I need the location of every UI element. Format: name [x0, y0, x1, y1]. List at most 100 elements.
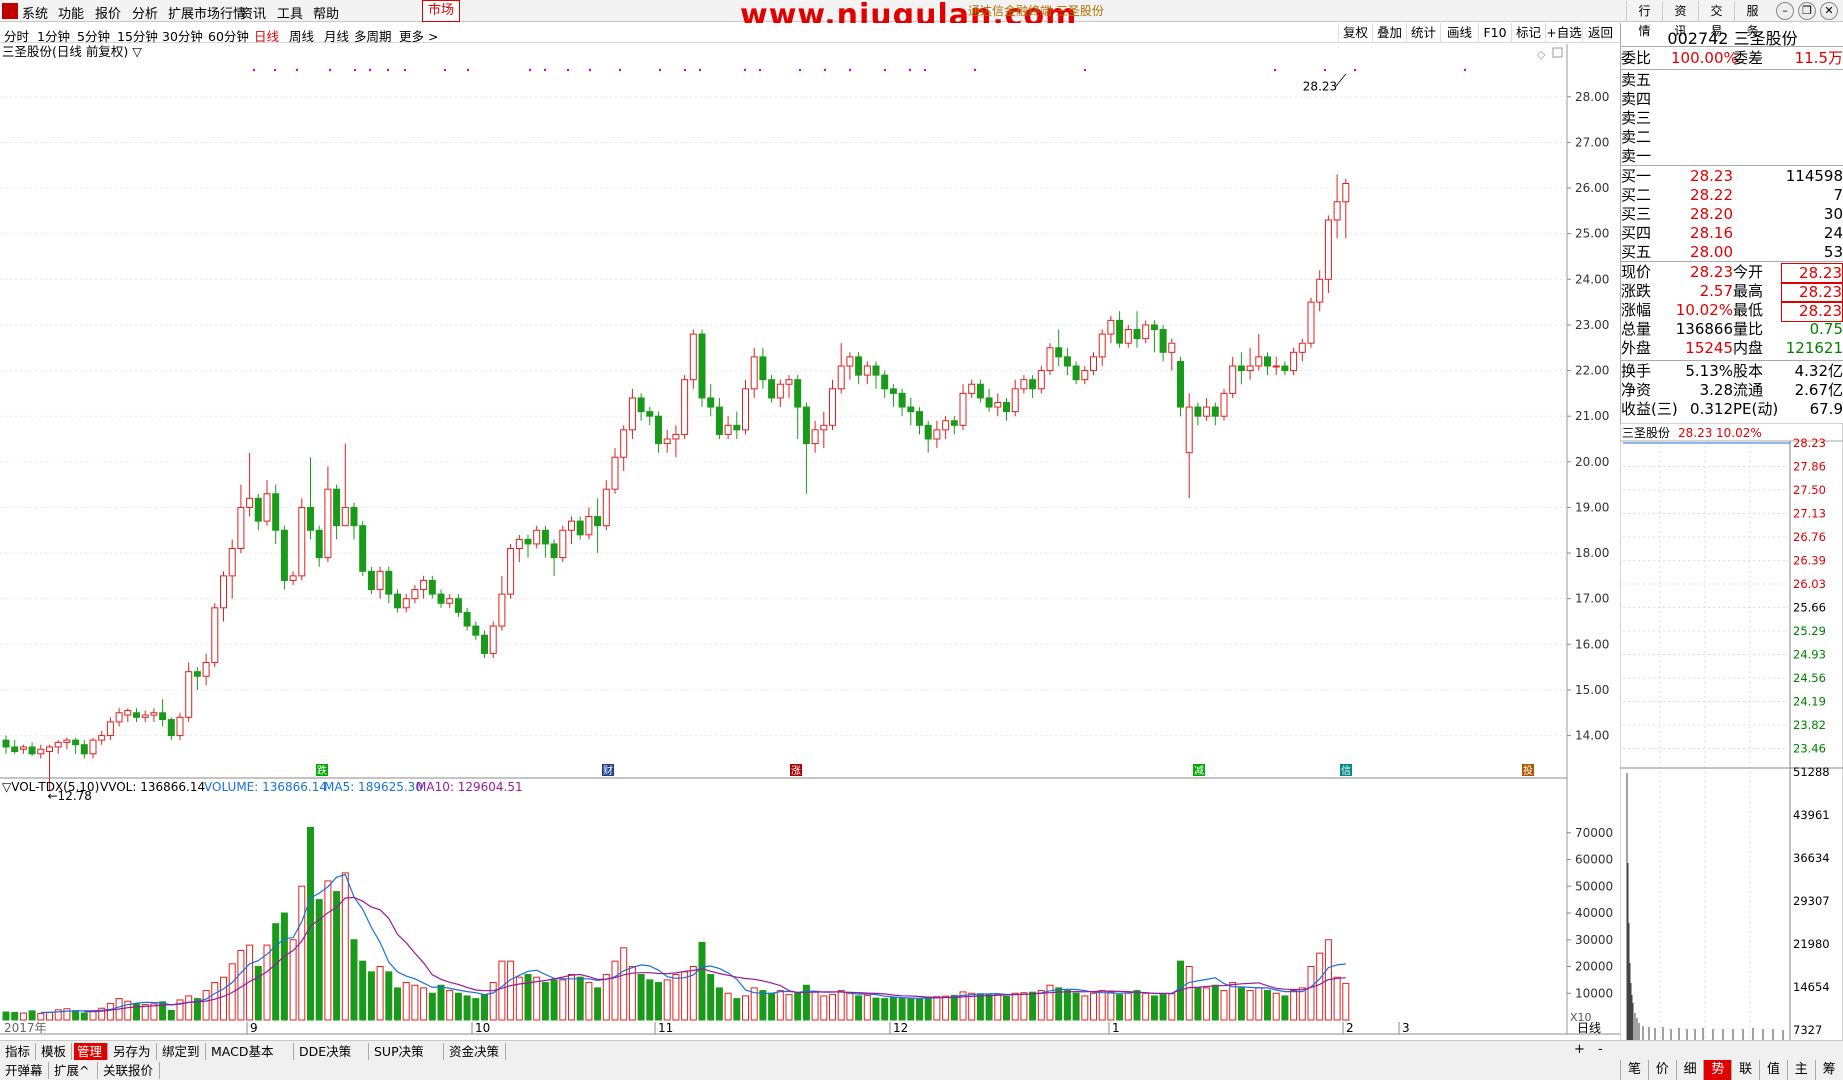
tool-button-0[interactable]: 复权	[1338, 23, 1372, 43]
candle[interactable]	[315, 525, 323, 567]
add-indicator-button[interactable]: +	[1574, 1042, 1585, 1057]
volume-bar[interactable]	[420, 987, 428, 1021]
bottom-row2-1[interactable]: 扩展^	[51, 1062, 98, 1079]
candle[interactable]	[872, 361, 880, 389]
period-9[interactable]: 多周期	[354, 26, 392, 45]
volume-bar[interactable]	[350, 939, 358, 1021]
candle[interactable]	[829, 379, 836, 430]
candle[interactable]	[1220, 388, 1228, 421]
volume-bar[interactable]	[1272, 992, 1280, 1021]
candle[interactable]	[1090, 352, 1097, 376]
volume-bar[interactable]	[1264, 990, 1271, 1021]
sell-row[interactable]: 卖三	[1621, 109, 1843, 128]
candle[interactable]	[228, 539, 236, 599]
volume-bar[interactable]	[985, 994, 993, 1021]
candle[interactable]	[280, 525, 288, 590]
volume-bar[interactable]	[637, 974, 645, 1021]
candle[interactable]	[907, 397, 915, 426]
bottom-tab-0[interactable]: 指标	[2, 1043, 36, 1060]
tool-button-3[interactable]: 画线	[1440, 23, 1478, 43]
candle[interactable]	[298, 498, 306, 581]
candle[interactable]	[1124, 324, 1132, 348]
candle[interactable]	[394, 589, 401, 613]
buy-row[interactable]: 买一 28.23 114598	[1621, 167, 1843, 186]
volume-bar[interactable]	[611, 960, 619, 1021]
candle[interactable]	[428, 575, 436, 599]
topbar-button-1[interactable]: 资讯	[1662, 1, 1698, 38]
candle[interactable]	[1107, 315, 1115, 344]
topbar-button-0[interactable]: 行情	[1626, 1, 1662, 38]
volume-bar[interactable]	[359, 960, 367, 1021]
candle[interactable]	[498, 575, 506, 631]
candle[interactable]	[72, 737, 80, 754]
volume-bar[interactable]	[1124, 992, 1132, 1021]
candle[interactable]	[19, 744, 27, 754]
topbar-button-2[interactable]: 交易	[1698, 1, 1734, 38]
volume-bar[interactable]	[794, 992, 802, 1021]
candle[interactable]	[1237, 352, 1245, 385]
volume-bar[interactable]	[428, 992, 436, 1021]
volume-bar[interactable]	[863, 994, 871, 1021]
bottom-tab-2[interactable]: 管理	[74, 1043, 108, 1060]
candle[interactable]	[646, 407, 654, 426]
candle[interactable]	[776, 379, 784, 408]
volume-bar[interactable]	[1255, 987, 1263, 1021]
candle[interactable]	[37, 744, 45, 759]
candle[interactable]	[237, 484, 245, 554]
candle[interactable]	[1307, 297, 1315, 348]
candle[interactable]	[333, 484, 341, 540]
volume-bar[interactable]	[837, 990, 845, 1021]
volume-bar[interactable]	[46, 1011, 53, 1021]
candle[interactable]	[89, 737, 97, 759]
menu-item-2[interactable]: 报价	[95, 3, 121, 22]
candle[interactable]	[1281, 361, 1289, 376]
volume-bar[interactable]	[1246, 990, 1254, 1021]
volume-bar[interactable]	[1142, 992, 1150, 1021]
period-10[interactable]: 更多 >	[399, 26, 438, 45]
volume-bar[interactable]	[1107, 991, 1115, 1021]
volume-bar[interactable]	[733, 998, 741, 1021]
minimize-icon[interactable]: –	[1776, 2, 1794, 20]
candle[interactable]	[968, 379, 976, 398]
menu-item-6[interactable]: 工具	[277, 3, 303, 22]
volume-bar[interactable]	[167, 1009, 175, 1021]
volume-bar[interactable]	[942, 995, 950, 1021]
volume-bar[interactable]	[550, 979, 558, 1021]
volume-bar[interactable]	[211, 982, 219, 1021]
volume-bar[interactable]	[628, 966, 636, 1021]
candle[interactable]	[11, 740, 19, 754]
volume-bar[interactable]	[1116, 994, 1124, 1021]
volume-bar[interactable]	[759, 990, 767, 1021]
candle[interactable]	[167, 717, 175, 741]
candle[interactable]	[672, 425, 680, 458]
volume-bar[interactable]	[976, 993, 984, 1021]
candle[interactable]	[350, 502, 358, 540]
candle[interactable]	[576, 516, 584, 540]
candle[interactable]	[80, 740, 88, 759]
volume-bar[interactable]	[724, 992, 732, 1021]
right-bottom-tab-4[interactable]: 联	[1731, 1060, 1760, 1080]
volume-bar[interactable]	[541, 982, 549, 1021]
candle[interactable]	[620, 425, 628, 471]
bottom-tab-7[interactable]: SUP决策	[371, 1043, 444, 1060]
volume-bar[interactable]	[1011, 992, 1019, 1021]
candle[interactable]	[124, 708, 132, 722]
volume-bar[interactable]	[489, 982, 497, 1021]
volume-bar[interactable]	[933, 996, 941, 1021]
volume-bar[interactable]	[394, 987, 401, 1021]
candle[interactable]	[263, 480, 271, 526]
candle[interactable]	[1229, 356, 1237, 398]
volume-bar[interactable]	[1133, 990, 1141, 1021]
candle[interactable]	[254, 493, 262, 531]
volume-bar[interactable]	[472, 998, 480, 1021]
candle[interactable]	[481, 630, 488, 658]
candle[interactable]	[1177, 356, 1184, 417]
candle[interactable]	[1342, 178, 1350, 239]
event-marker-5[interactable]: 投	[1522, 764, 1534, 777]
volume-bar[interactable]	[2, 1011, 10, 1021]
period-7[interactable]: 周线	[289, 26, 314, 45]
candle[interactable]	[733, 411, 741, 439]
candle[interactable]	[637, 393, 645, 421]
volume-bar[interactable]	[681, 971, 689, 1021]
candle[interactable]	[54, 740, 62, 754]
